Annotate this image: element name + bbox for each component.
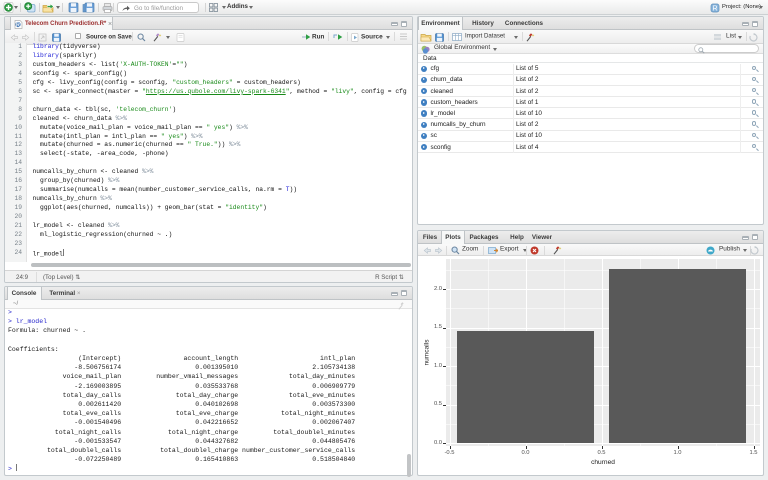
- svg-text:R: R: [712, 5, 717, 12]
- svg-text:R: R: [16, 22, 20, 28]
